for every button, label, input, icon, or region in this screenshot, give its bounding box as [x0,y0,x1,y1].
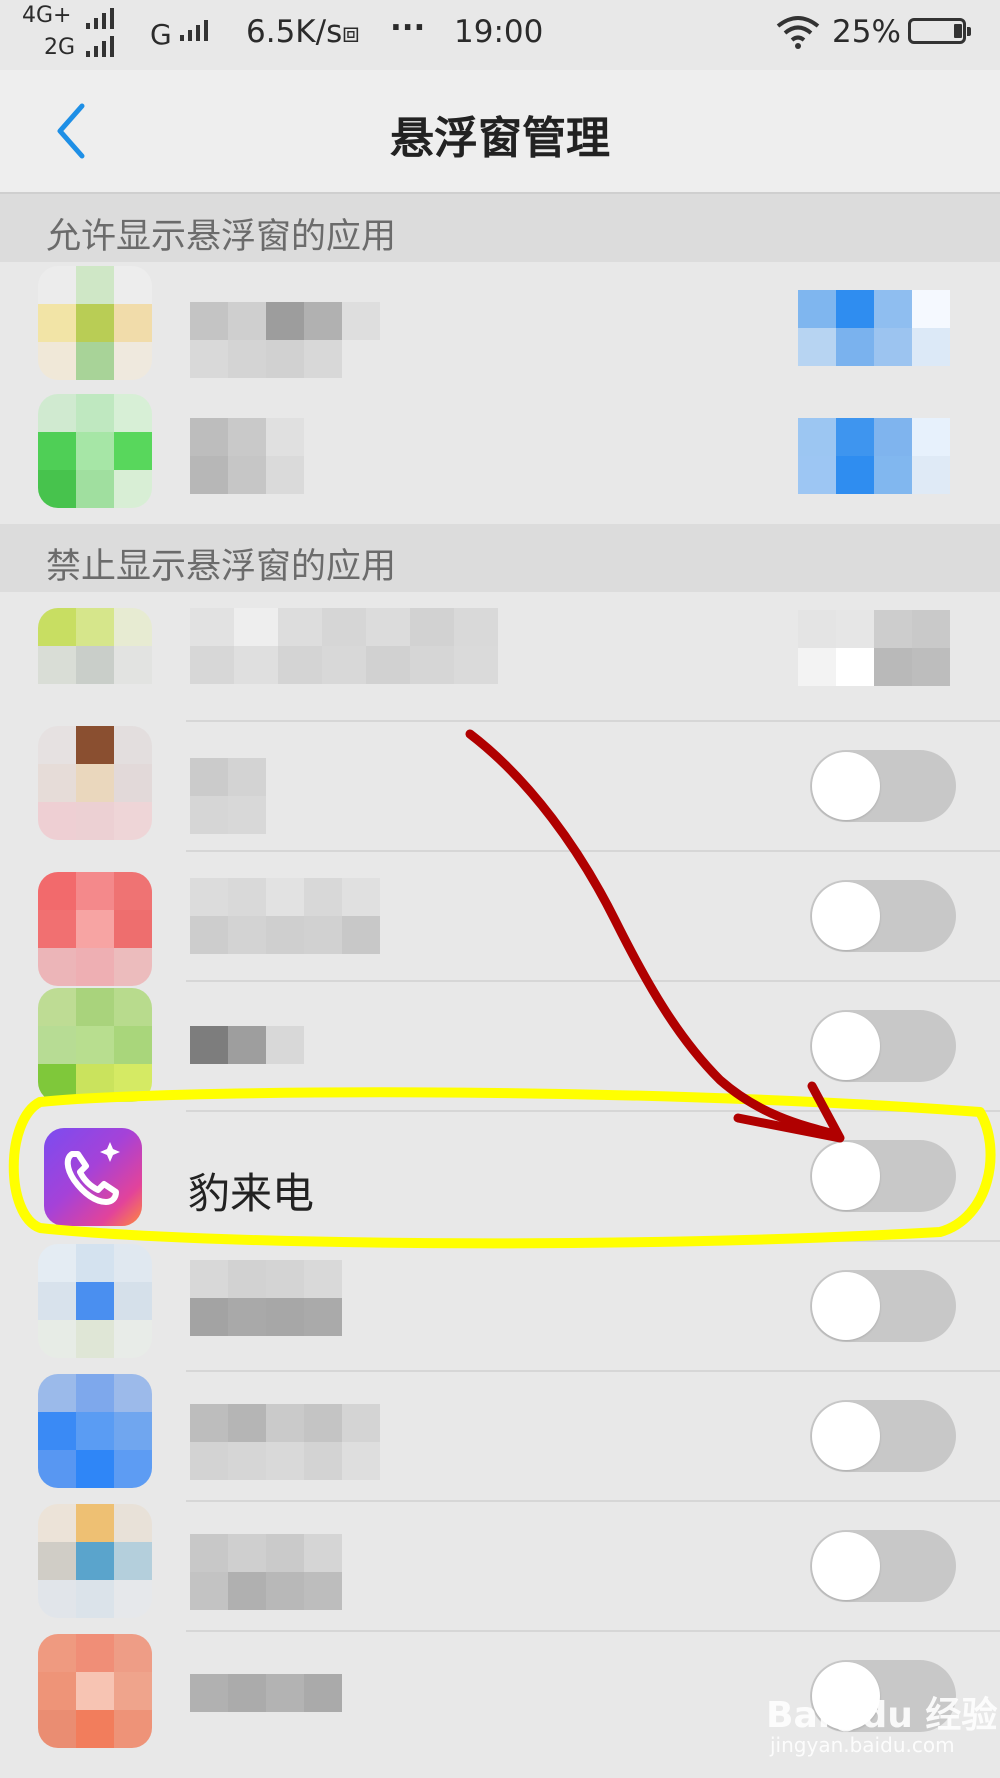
clock: 19:00 [454,14,544,50]
app-name-blurred [190,1674,342,1712]
list-item[interactable] [0,1372,1000,1502]
toggle-knob [812,1142,880,1210]
status-bar: 4G+ 2G G 6.5K/s ⧈ ··· 19:00 25% [0,0,1000,70]
network-4g-label: 4G+ [22,3,72,28]
toggle-blurred[interactable] [798,418,950,494]
app-name-blurred [190,646,498,684]
section-header-allowed-label: 允许显示悬浮窗的应用 [46,217,397,257]
network-g-label: G [150,18,172,51]
app-name: 豹来电 [188,1169,315,1218]
toggle-knob [812,1402,880,1470]
list-item-baolaidian[interactable]: 豹来电 [0,1112,1000,1242]
battery-percent: 25% [832,14,901,50]
floating-window-toggle[interactable] [810,880,956,952]
floating-window-toggle[interactable] [810,1530,956,1602]
app-icon-blurred [38,394,152,508]
app-name-blurred [190,758,266,796]
app-name-blurred [190,418,304,456]
watermark-url: jingyan.baidu.com [770,1733,955,1757]
wifi-icon [776,16,820,49]
section-header-blocked-label: 禁止显示悬浮窗的应用 [46,547,397,587]
app-name-blurred [190,1026,304,1064]
list-item[interactable] [0,1502,1000,1632]
page-title: 悬浮窗管理 [390,113,610,164]
net-speed: 6.5K/s [246,14,343,50]
list-item[interactable] [0,722,1000,852]
toggle-blurred[interactable] [798,290,950,366]
title-bar: 悬浮窗管理 [0,70,1000,194]
network-2g-label: 2G [44,35,76,60]
list-item[interactable] [0,1242,1000,1372]
baolaidian-floating-window-toggle[interactable] [810,1140,956,1212]
app-icon-blurred [38,872,152,986]
app-name-blurred [190,1572,342,1610]
battery-icon [908,18,971,44]
toggle-blurred[interactable] [798,610,950,686]
watermark-logo: Bai●du 经验 [766,1695,998,1736]
list-item[interactable] [0,982,1000,1112]
list-item[interactable] [0,852,1000,986]
app-name-blurred [190,302,380,340]
app-name-blurred [190,1260,342,1298]
app-name-blurred [190,340,342,378]
app-icon-blurred [38,266,152,380]
baolaidian-app-icon [44,1128,142,1226]
app-name-blurred [190,1534,342,1572]
app-icon-blurred [38,988,152,1102]
toggle-knob [812,1272,880,1340]
floating-window-toggle[interactable] [810,1400,956,1472]
app-name-blurred [190,456,304,494]
phone-icon [64,1142,120,1205]
floating-window-toggle[interactable] [810,1270,956,1342]
app-icon-blurred [38,1634,152,1748]
list-item[interactable] [0,392,1000,524]
signal-bars-icon [86,8,114,29]
more-dots: ··· [390,10,426,46]
app-icon-blurred [38,1244,152,1358]
section-header-allowed: 允许显示悬浮窗的应用 [0,194,1000,262]
floating-window-toggle[interactable] [810,1010,956,1082]
app-icon-blurred [38,1504,152,1618]
toggle-knob [812,1012,880,1080]
toggle-knob [812,1532,880,1600]
app-name-blurred [190,1442,380,1480]
app-name-blurred [190,796,266,834]
app-name-blurred [190,1298,342,1336]
signal-bars-icon [180,20,208,41]
screenshot-icon: ⧈ [342,16,360,49]
signal-bars-icon [86,36,114,57]
app-name-blurred [190,608,498,646]
app-name-blurred [190,878,380,916]
app-icon-blurred [38,1374,152,1488]
app-name-blurred [190,1404,380,1442]
toggle-knob [812,882,880,950]
floating-window-toggle[interactable] [810,750,956,822]
app-icon-blurred [38,726,152,840]
toggle-knob [812,752,880,820]
list-item[interactable] [0,262,1000,392]
section-header-blocked: 禁止显示悬浮窗的应用 [0,524,1000,592]
app-name-blurred [190,916,380,954]
app-icon-blurred [38,608,152,708]
list-item[interactable] [0,592,1000,722]
